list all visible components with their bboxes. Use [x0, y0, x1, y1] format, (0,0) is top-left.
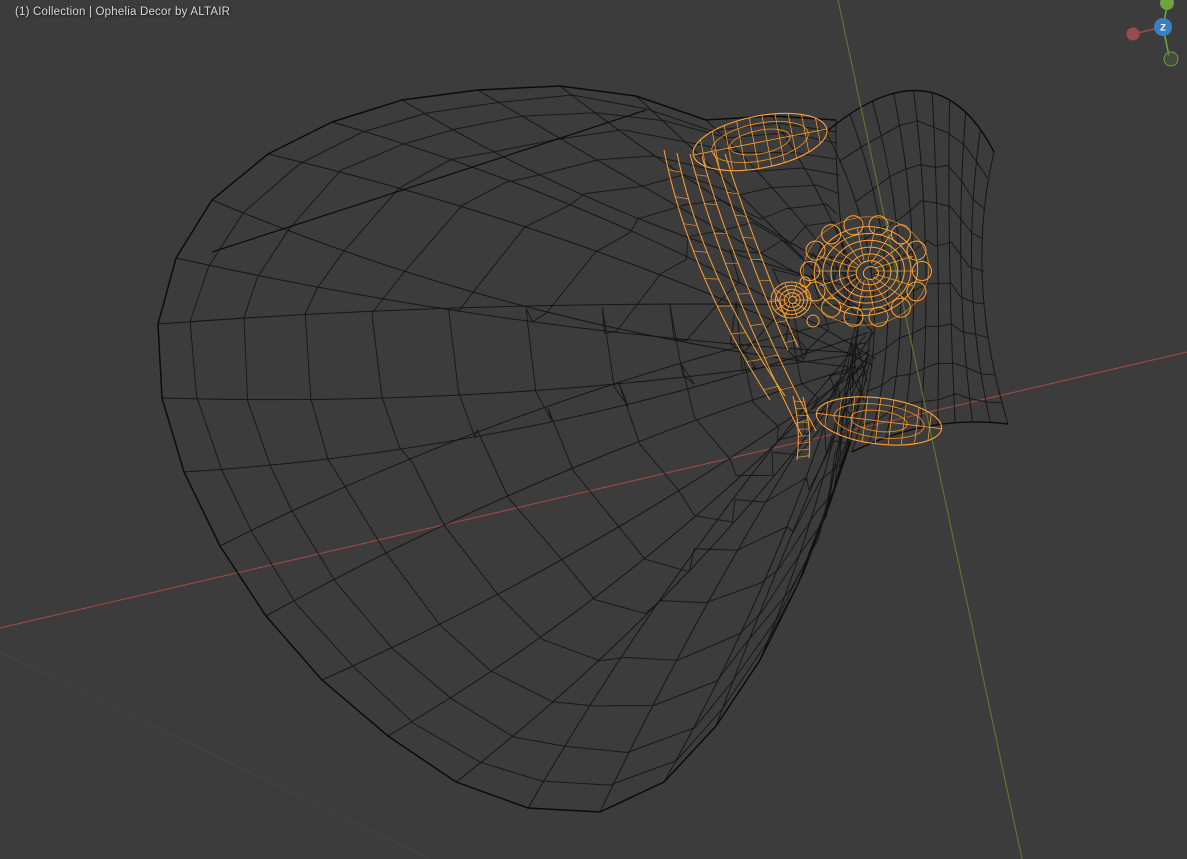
gizmo-z-label: Z: [1160, 23, 1166, 34]
3d-viewport[interactable]: (1) Collection | Ophelia Decor by ALTAIR…: [0, 0, 1187, 859]
dress-mesh-wireframe[interactable]: [157, 85, 1009, 813]
axis-lines: [0, 351, 1187, 859]
wireframe-scene: [0, 0, 1187, 859]
viewport-header-text: (1) Collection | Ophelia Decor by ALTAIR: [15, 6, 231, 18]
y-axis-line: [837, 0, 1023, 859]
gizmo-axis-x-neg-ball[interactable]: [1126, 27, 1140, 41]
gizmo-axis-y-ball[interactable]: [1160, 0, 1174, 10]
navigation-gizmo[interactable]: Z: [1103, 0, 1187, 92]
gizmo-axis-y-neg-ball[interactable]: [1163, 51, 1179, 67]
selected-ornaments-wireframe[interactable]: [663, 104, 944, 461]
